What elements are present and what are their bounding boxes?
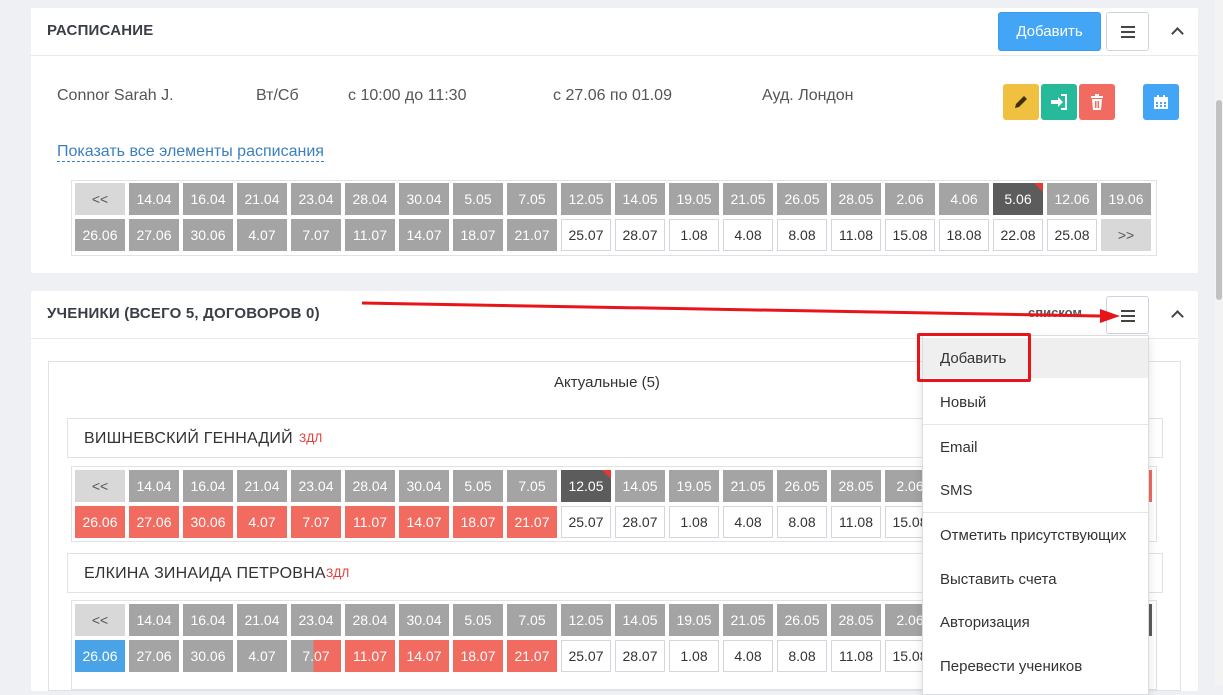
date-cell[interactable]: 27.06: [129, 506, 179, 538]
date-cell[interactable]: 14.05: [615, 604, 665, 636]
prev-dates-button[interactable]: <<: [75, 470, 125, 502]
date-cell[interactable]: 19.05: [669, 470, 719, 502]
date-cell[interactable]: 4.07: [237, 506, 287, 538]
date-cell[interactable]: 4.07: [237, 640, 287, 672]
date-cell[interactable]: 30.04: [399, 604, 449, 636]
date-cell[interactable]: 8.08: [777, 506, 827, 538]
date-cell[interactable]: 12.05: [561, 470, 611, 502]
date-cell[interactable]: 16.04: [183, 604, 233, 636]
date-cell[interactable]: 12.05: [561, 604, 611, 636]
menu-item-new[interactable]: Новый: [923, 382, 1148, 422]
date-cell[interactable]: 14.05: [615, 470, 665, 502]
date-cell[interactable]: 5.05: [453, 604, 503, 636]
date-cell[interactable]: 18.07: [453, 506, 503, 538]
date-cell[interactable]: 21.04: [237, 604, 287, 636]
date-cell[interactable]: 28.05: [831, 470, 881, 502]
student-badge: ЗДЛ: [326, 566, 350, 580]
date-cell[interactable]: 11.07: [345, 640, 395, 672]
date-cell[interactable]: 11.08: [831, 506, 881, 538]
date-cell[interactable]: 26.06: [75, 640, 125, 672]
menu-item-mark-present[interactable]: Отметить присутствующих: [923, 515, 1148, 555]
date-cell[interactable]: 5.05: [453, 470, 503, 502]
date-cell[interactable]: 30.06: [183, 506, 233, 538]
date-cell[interactable]: 30.06: [183, 640, 233, 672]
date-cell[interactable]: 14.04: [129, 604, 179, 636]
date-cell[interactable]: 28.05: [831, 604, 881, 636]
date-cell[interactable]: 21.04: [237, 470, 287, 502]
date-cell[interactable]: 1.08: [669, 640, 719, 672]
date-cell[interactable]: 7.07: [291, 506, 341, 538]
menu-item-invoice[interactable]: Выставить счета: [923, 559, 1148, 599]
date-cell[interactable]: 1.08: [669, 506, 719, 538]
date-cell[interactable]: 25.07: [561, 506, 611, 538]
scrollbar-thumb[interactable]: [1216, 100, 1222, 300]
student-name[interactable]: ЕЛКИНА ЗИНАИДА ПЕТРОВНА: [84, 565, 326, 583]
date-cell[interactable]: 23.04: [291, 470, 341, 502]
date-cell[interactable]: 11.08: [831, 640, 881, 672]
date-cell[interactable]: 28.04: [345, 604, 395, 636]
date-cell[interactable]: 27.06: [129, 640, 179, 672]
date-cell[interactable]: 26.05: [777, 470, 827, 502]
date-cell[interactable]: 4.08: [723, 640, 773, 672]
date-cell[interactable]: 18.07: [453, 640, 503, 672]
menu-divider: [923, 424, 1148, 425]
date-cell[interactable]: 7.07: [291, 640, 341, 672]
highlight-box: [917, 333, 1031, 382]
date-cell[interactable]: 4.08: [723, 506, 773, 538]
date-cell[interactable]: 21.05: [723, 470, 773, 502]
date-cell[interactable]: 21.07: [507, 506, 557, 538]
date-cell[interactable]: 16.04: [183, 470, 233, 502]
date-cell[interactable]: 28.07: [615, 506, 665, 538]
date-cell[interactable]: 30.04: [399, 470, 449, 502]
date-cell[interactable]: 23.04: [291, 604, 341, 636]
date-cell[interactable]: 19.05: [669, 604, 719, 636]
date-cell[interactable]: 8.08: [777, 640, 827, 672]
date-cell[interactable]: 7.05: [507, 604, 557, 636]
date-cell[interactable]: 26.05: [777, 604, 827, 636]
date-cell[interactable]: 14.07: [399, 506, 449, 538]
date-cell[interactable]: 7.05: [507, 470, 557, 502]
date-cell[interactable]: 26.06: [75, 506, 125, 538]
date-cell[interactable]: 28.07: [615, 640, 665, 672]
students-group-label: Актуальные (5): [554, 374, 660, 391]
prev-dates-button[interactable]: <<: [75, 604, 125, 636]
date-cell[interactable]: 25.07: [561, 640, 611, 672]
date-cell[interactable]: 14.07: [399, 640, 449, 672]
date-cell[interactable]: 21.07: [507, 640, 557, 672]
date-cell[interactable]: 21.05: [723, 604, 773, 636]
students-actions-dropdown: Добавить Новый Email SMS Отметить присут…: [922, 335, 1149, 695]
menu-item-transfer-students[interactable]: Перевести учеников: [923, 646, 1148, 686]
date-cell[interactable]: 11.07: [345, 506, 395, 538]
menu-item-sms[interactable]: SMS: [923, 470, 1148, 510]
menu-item-email[interactable]: Email: [923, 427, 1148, 467]
student-name[interactable]: ВИШНЕВСКИЙ ГЕННАДИЙ: [84, 430, 293, 448]
menu-divider: [923, 512, 1148, 513]
scrollbar[interactable]: [1215, 0, 1223, 685]
student-badge: ЗДЛ: [299, 431, 323, 445]
date-cell[interactable]: 14.04: [129, 470, 179, 502]
menu-item-authorization[interactable]: Авторизация: [923, 602, 1148, 642]
date-cell[interactable]: 28.04: [345, 470, 395, 502]
